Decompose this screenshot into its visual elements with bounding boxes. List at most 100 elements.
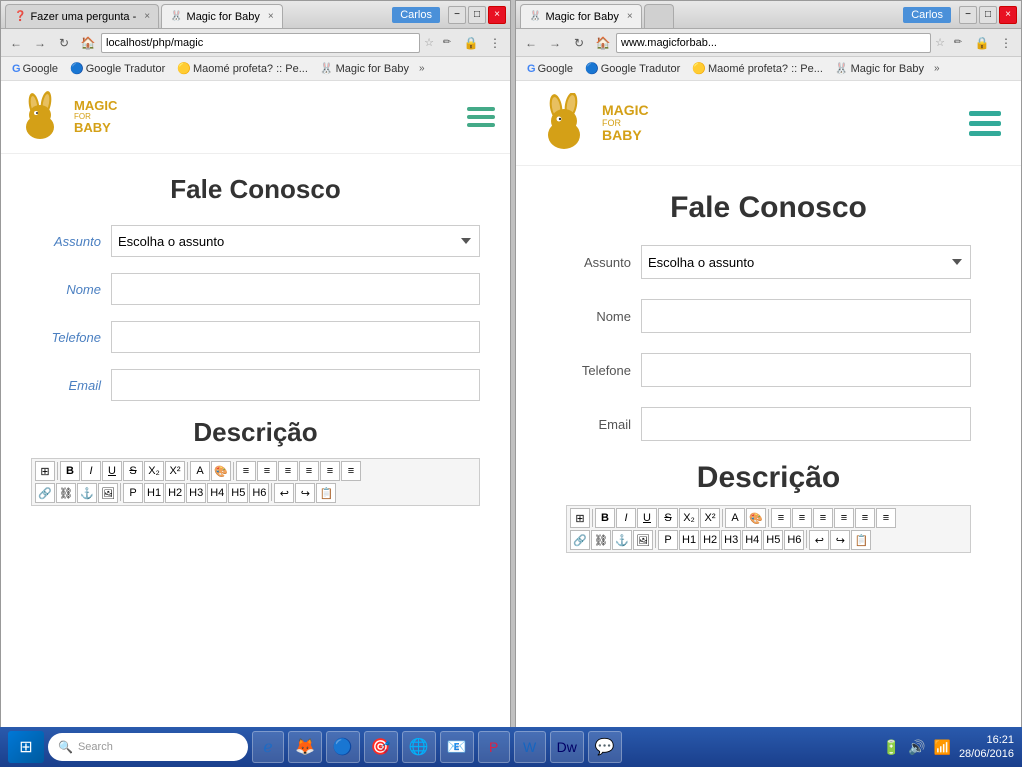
editor-btn-h3-right[interactable]: H3 — [721, 530, 741, 550]
editor-btn-undo-right[interactable]: ↩ — [809, 530, 829, 550]
refresh-btn-right[interactable]: ↻ — [568, 32, 590, 54]
taskbar-ppt[interactable]: P — [478, 731, 510, 763]
editor-btn-bgcolor-left[interactable]: 🎨 — [211, 461, 231, 481]
editor-btn-extra-left[interactable]: 📋 — [316, 483, 336, 503]
bookmark-maome-left[interactable]: 🟡 Maomé profeta? :: Pe... — [172, 61, 313, 76]
editor-btn-italic-right[interactable]: I — [616, 508, 636, 528]
bookmark-google-left[interactable]: G Google — [7, 62, 63, 76]
editor-btn-p-right[interactable]: P — [658, 530, 678, 550]
editor-btn-sub-right[interactable]: X₂ — [679, 508, 699, 528]
tab-close-2[interactable]: × — [268, 11, 274, 22]
editor-btn-h5-left[interactable]: H5 — [228, 483, 248, 503]
editor-btn-h4-right[interactable]: H4 — [742, 530, 762, 550]
editor-btn-h1-left[interactable]: H1 — [144, 483, 164, 503]
editor-btn-sup-right[interactable]: X² — [700, 508, 720, 528]
editor-btn-sup-left[interactable]: X² — [165, 461, 185, 481]
editor-btn-bold-left[interactable]: B — [60, 461, 80, 481]
back-btn-right[interactable]: ← — [520, 32, 542, 54]
editor-btn-h5-right[interactable]: H5 — [763, 530, 783, 550]
editor-btn-undo-left[interactable]: ↩ — [274, 483, 294, 503]
tab-new-right[interactable] — [644, 4, 674, 28]
start-button[interactable]: ⊞ — [8, 731, 44, 763]
editor-btn-strike-left[interactable]: S — [123, 461, 143, 481]
editor-btn-h4-left[interactable]: H4 — [207, 483, 227, 503]
taskbar-chrome[interactable]: 🔵 — [326, 731, 360, 763]
editor-btn-align-right-left[interactable]: ≡ — [320, 461, 340, 481]
address-bar-left[interactable] — [101, 33, 420, 53]
menu-btn-right[interactable]: ⋮ — [995, 32, 1017, 54]
tab-close-1[interactable]: × — [144, 11, 150, 22]
editor-btn-align-center-right[interactable]: ≡ — [834, 508, 854, 528]
refresh-btn-left[interactable]: ↻ — [53, 32, 75, 54]
taskbar-search[interactable]: 🔍 Search — [48, 733, 248, 761]
editor-btn-color-right[interactable]: A — [725, 508, 745, 528]
editor-btn-h6-right[interactable]: H6 — [784, 530, 804, 550]
editor-btn-bgcolor-right[interactable]: 🎨 — [746, 508, 766, 528]
input-telefone-left[interactable] — [111, 321, 480, 353]
home-btn-left[interactable]: 🏠 — [77, 32, 99, 54]
editor-btn-grid-left[interactable]: ⊞ — [35, 461, 55, 481]
input-nome-right[interactable] — [641, 299, 971, 333]
forward-btn-right[interactable]: → — [544, 32, 566, 54]
taskbar-word[interactable]: W — [514, 731, 546, 763]
editor-btn-h1-right[interactable]: H1 — [679, 530, 699, 550]
tab-magic-baby-left[interactable]: 🐰 Magic for Baby × — [161, 4, 283, 28]
editor-btn-ol-left[interactable]: ≡ — [236, 461, 256, 481]
editor-btn-ol-right[interactable]: ≡ — [771, 508, 791, 528]
page-content-right[interactable]: magic for baby Fale Conosco — [516, 81, 1021, 766]
input-telefone-right[interactable] — [641, 353, 971, 387]
menu-btn-left[interactable]: ⋮ — [484, 32, 506, 54]
page-content-left[interactable]: magic for baby Fale Conosco — [1, 81, 510, 766]
minimize-btn-left[interactable]: − — [448, 6, 466, 24]
editor-btn-underline-left[interactable]: U — [102, 461, 122, 481]
editor-btn-h3-left[interactable]: H3 — [186, 483, 206, 503]
editor-btn-justify-left[interactable]: ≡ — [341, 461, 361, 481]
editor-btn-redo-left[interactable]: ↪ — [295, 483, 315, 503]
editor-btn-bold-right[interactable]: B — [595, 508, 615, 528]
maximize-btn-right[interactable]: □ — [979, 6, 997, 24]
close-btn-left[interactable]: × — [488, 6, 506, 24]
taskbar-skype[interactable]: 💬 — [588, 731, 622, 763]
tools-btn-left[interactable]: ✏ — [436, 32, 458, 54]
editor-btn-italic-left[interactable]: I — [81, 461, 101, 481]
editor-btn-link-right[interactable]: 🔗 — [570, 530, 590, 550]
editor-btn-ul-left[interactable]: ≡ — [257, 461, 277, 481]
home-btn-right[interactable]: 🏠 — [592, 32, 614, 54]
editor-btn-redo-right[interactable]: ↪ — [830, 530, 850, 550]
input-nome-left[interactable] — [111, 273, 480, 305]
editor-btn-p-left[interactable]: P — [123, 483, 143, 503]
input-email-left[interactable] — [111, 369, 480, 401]
hamburger-menu-left[interactable] — [467, 107, 495, 127]
hamburger-menu-right[interactable] — [969, 111, 1001, 136]
editor-btn-sub-left[interactable]: X₂ — [144, 461, 164, 481]
editor-btn-align-left-right[interactable]: ≡ — [813, 508, 833, 528]
editor-btn-justify-right[interactable]: ≡ — [876, 508, 896, 528]
taskbar-firefox[interactable]: 🦊 — [288, 731, 322, 763]
editor-btn-align-left-left[interactable]: ≡ — [278, 461, 298, 481]
editor-btn-image-left[interactable]: 🖼 — [98, 483, 118, 503]
bookmark-maome-right[interactable]: 🟡 Maomé profeta? :: Pe... — [687, 61, 828, 76]
clock[interactable]: 16:21 28/06/2016 — [959, 733, 1014, 762]
tools-btn-right[interactable]: ✏ — [947, 32, 969, 54]
editor-btn-underline-right[interactable]: U — [637, 508, 657, 528]
tab-fazer-pergunta[interactable]: ❓ Fazer uma pergunta - × — [5, 4, 159, 28]
editor-btn-h2-left[interactable]: H2 — [165, 483, 185, 503]
taskbar-globe[interactable]: 🌐 — [402, 731, 436, 763]
editor-btn-unlink-right[interactable]: ⛓ — [591, 530, 611, 550]
editor-btn-unlink-left[interactable]: ⛓ — [56, 483, 76, 503]
editor-btn-h2-right[interactable]: H2 — [700, 530, 720, 550]
shield-btn-right[interactable]: 🔒 — [971, 32, 993, 54]
bookmark-more-right[interactable]: » — [931, 62, 943, 75]
input-email-right[interactable] — [641, 407, 971, 441]
editor-btn-ul-right[interactable]: ≡ — [792, 508, 812, 528]
editor-btn-copy-right[interactable]: 📋 — [851, 530, 871, 550]
bookmark-more-left[interactable]: » — [416, 62, 428, 75]
close-btn-right[interactable]: × — [999, 6, 1017, 24]
editor-btn-grid-right[interactable]: ⊞ — [570, 508, 590, 528]
editor-btn-link-left[interactable]: 🔗 — [35, 483, 55, 503]
bookmark-tradutor-right[interactable]: 🔵 Google Tradutor — [580, 61, 685, 76]
bookmark-magic-left[interactable]: 🐰 Magic for Baby — [315, 61, 414, 76]
taskbar-outlook[interactable]: 📧 — [440, 731, 474, 763]
bookmark-magic-right[interactable]: 🐰 Magic for Baby — [830, 61, 929, 76]
tab-magic-baby-right[interactable]: 🐰 Magic for Baby × — [520, 4, 642, 28]
